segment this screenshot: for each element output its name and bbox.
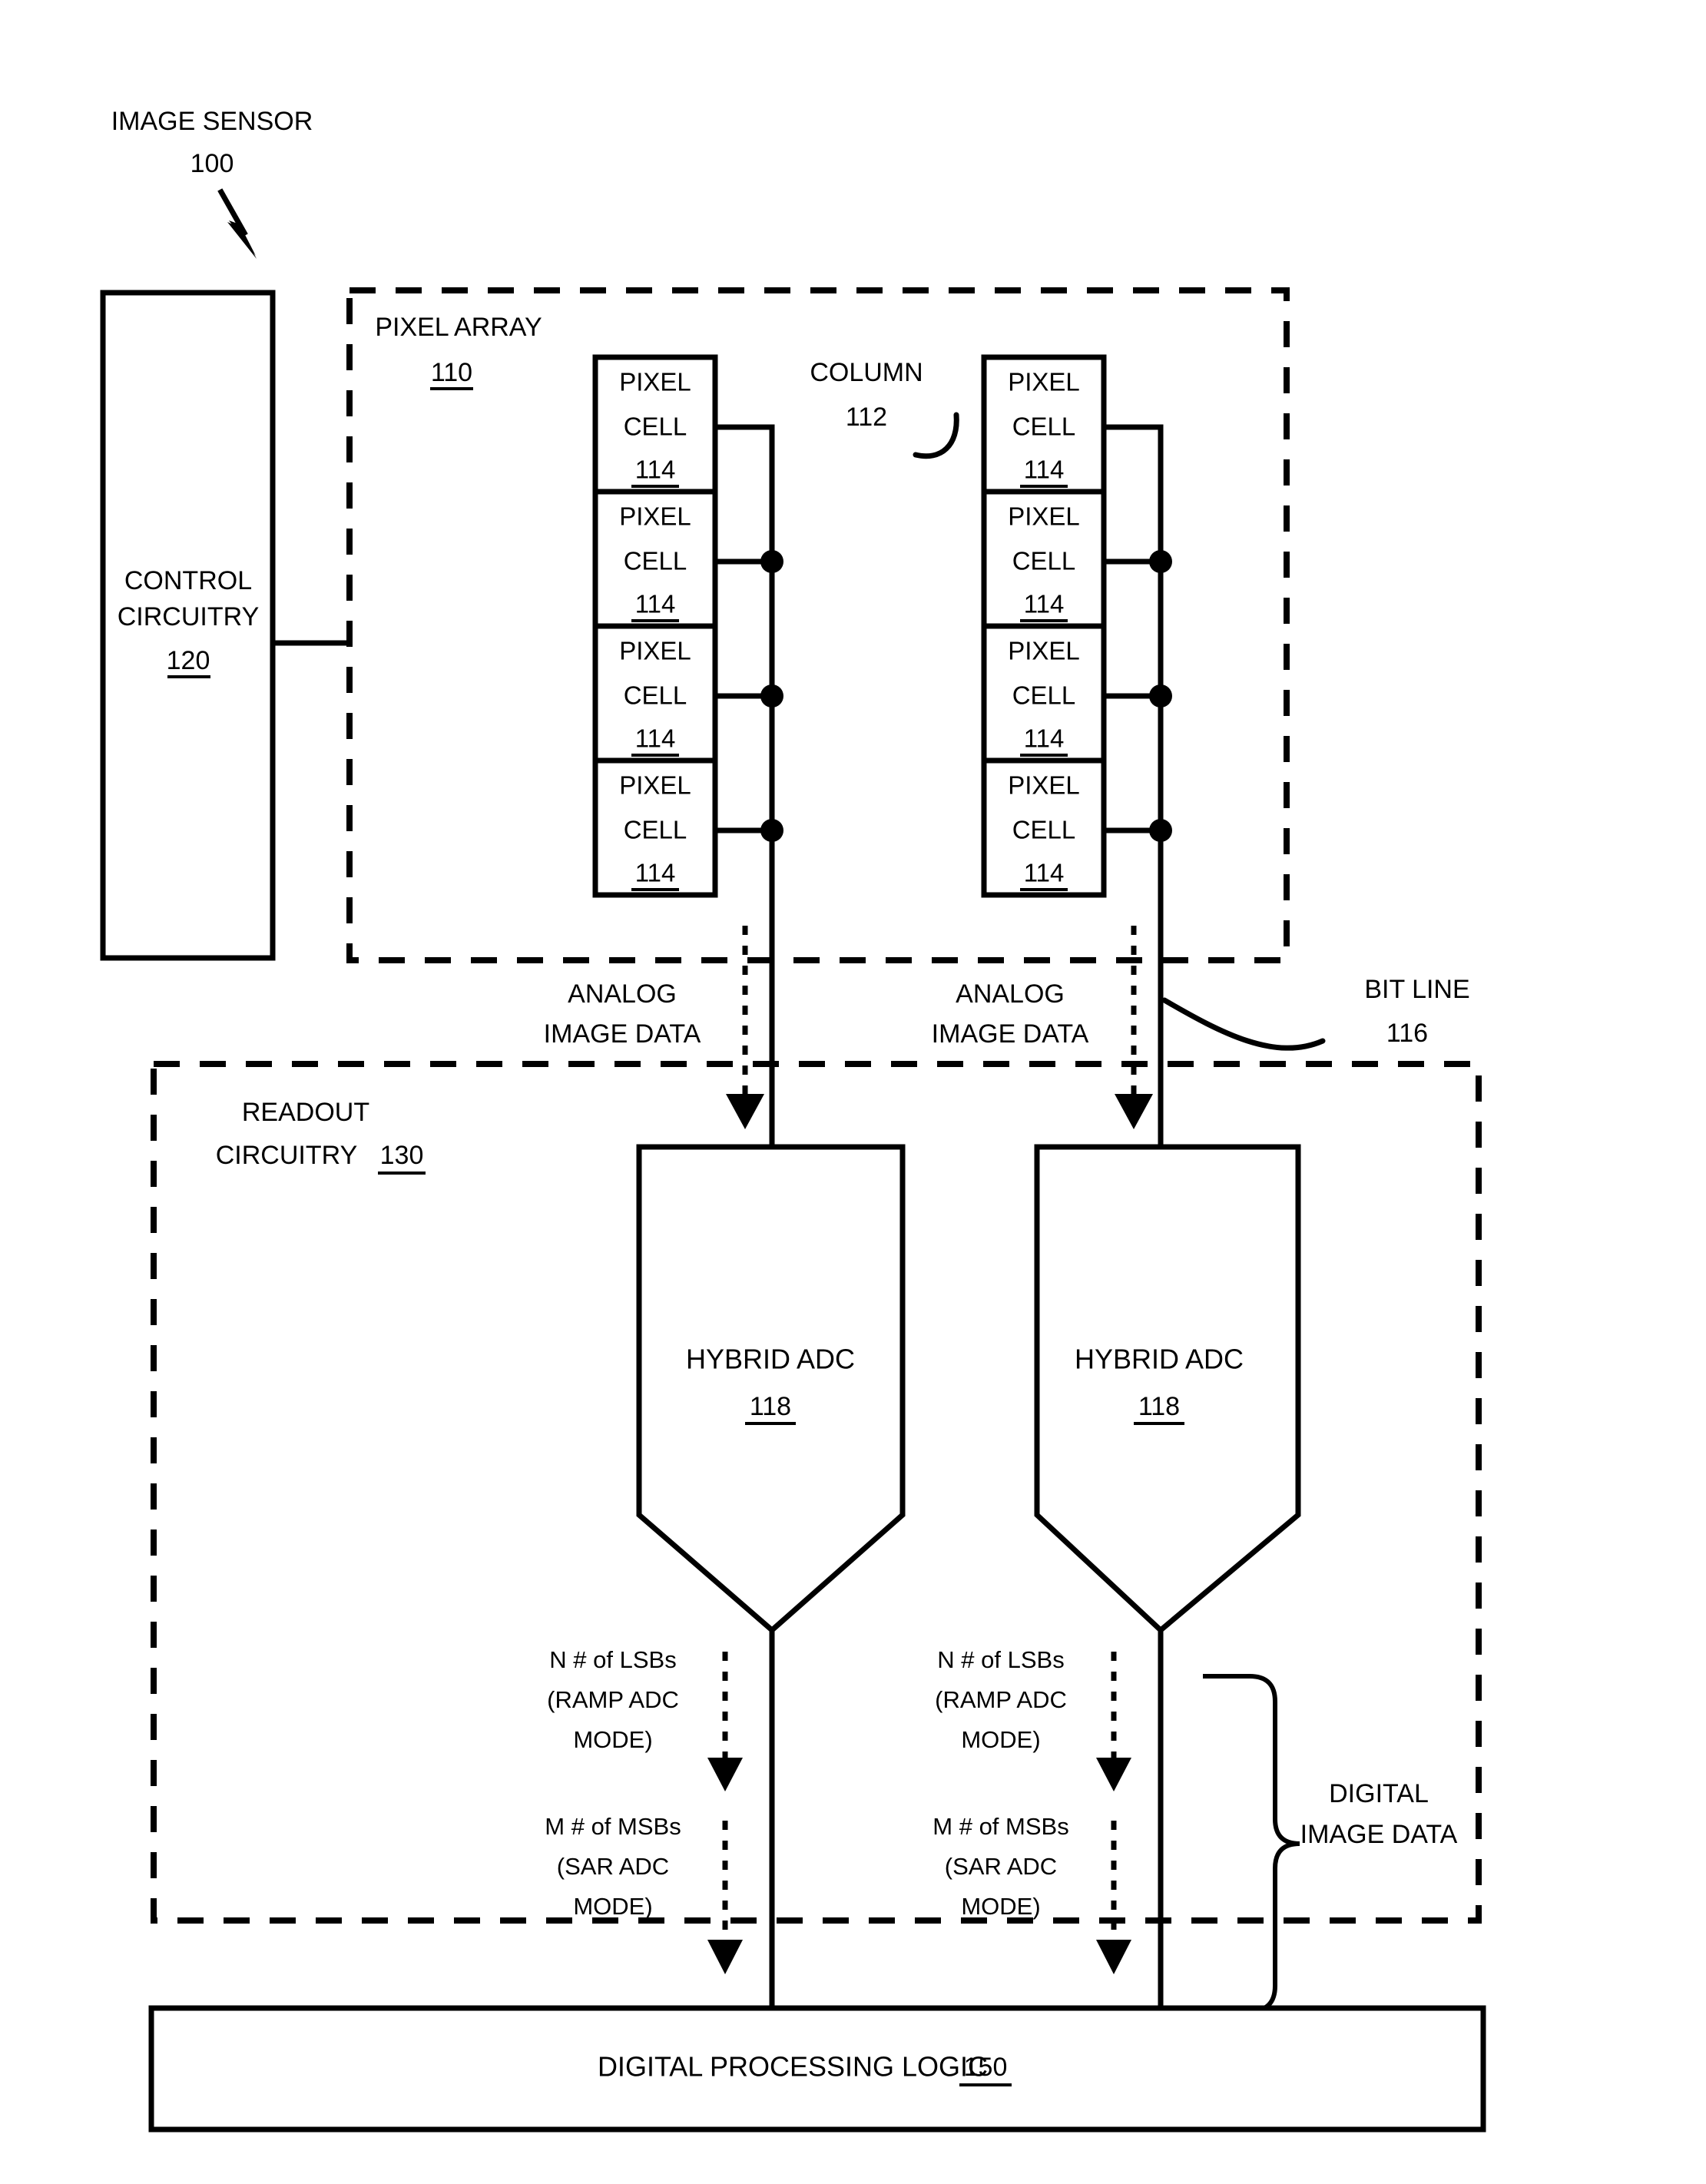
lsb-label-line1: N # of LSBs xyxy=(549,1646,676,1673)
column-ref: 112 xyxy=(846,403,887,432)
pixel-cell-label-line2: CELL xyxy=(624,547,687,575)
readout-circuitry-ref: 130 xyxy=(380,1141,424,1170)
analog-image-data-label-line1: ANALOG xyxy=(956,979,1065,1009)
msb-to-logic-arrow-1 xyxy=(707,1821,743,1974)
digital-processing-logic-label: DIGITAL PROCESSING LOGIC xyxy=(598,2051,988,2083)
pixel-cell-label-line2: CELL xyxy=(624,413,687,441)
column-label: COLUMN xyxy=(810,358,923,387)
pixel-array-ref: 110 xyxy=(431,358,472,387)
junction-dot xyxy=(1149,819,1172,842)
pixel-cell-label-line1: PIXEL xyxy=(1008,637,1080,665)
diagram-canvas: IMAGE SENSOR 100 CONTROL CIRCUITRY 120 P… xyxy=(100,107,1486,2133)
msb-label-line3: MODE) xyxy=(573,1893,652,1920)
lsb-to-msb-arrow-2 xyxy=(1096,1652,1131,1791)
hybrid-adc-ref: 118 xyxy=(750,1392,791,1421)
bit-line-label: BIT LINE xyxy=(1364,975,1469,1004)
pixel-cell-label-line1: PIXEL xyxy=(619,637,691,665)
pixel-cell-label-line1: PIXEL xyxy=(619,502,691,531)
bit-line-leader-curve xyxy=(1161,997,1326,1051)
figure-title: IMAGE SENSOR xyxy=(111,107,313,136)
pixel-cell-label-line2: CELL xyxy=(1012,816,1076,844)
pixel-cell-ref: 114 xyxy=(635,724,676,753)
hybrid-adc-label: HYBRID ADC xyxy=(686,1344,855,1375)
pixel-cell-ref: 114 xyxy=(1024,724,1065,753)
hybrid-adc-shape xyxy=(1034,1144,1301,1634)
analog-data-arrow-1 xyxy=(726,926,764,1129)
pixel-cell-ref: 114 xyxy=(635,859,676,887)
control-circuitry-ref: 120 xyxy=(167,646,210,675)
digital-image-data-label-line2: IMAGE DATA xyxy=(1300,1820,1458,1849)
hybrid-adc-shape xyxy=(636,1144,906,1634)
analog-image-data-label-line2: IMAGE DATA xyxy=(544,1019,701,1049)
analog-data-arrow-2 xyxy=(1115,926,1153,1129)
lsb-label-line1: N # of LSBs xyxy=(937,1646,1064,1673)
pixel-cell-ref: 114 xyxy=(1024,859,1065,887)
msb-label-line2: (SAR ADC xyxy=(557,1853,669,1880)
junction-dot xyxy=(760,550,783,573)
control-circuitry-label-line2: CIRCUITRY xyxy=(118,602,260,631)
pixel-array-boundary xyxy=(346,287,1290,963)
pixel-cell-label-line2: CELL xyxy=(1012,681,1076,710)
pixel-cell-ref: 114 xyxy=(635,456,676,484)
pixel-cell-label-line1: PIXEL xyxy=(619,771,691,800)
msb-label-line1: M # of MSBs xyxy=(545,1813,681,1840)
column-leader-curve xyxy=(913,412,959,459)
readout-circuitry-label-line2: CIRCUITRY xyxy=(216,1141,358,1170)
pixel-cell-label-line2: CELL xyxy=(1012,413,1076,441)
msb-to-logic-arrow-2 xyxy=(1096,1821,1131,1974)
pixel-cell-label-line1: PIXEL xyxy=(1008,502,1080,531)
pixel-array-label: PIXEL ARRAY xyxy=(375,313,542,342)
msb-label-line1: M # of MSBs xyxy=(933,1813,1068,1840)
pixel-cell-label-line1: PIXEL xyxy=(1008,771,1080,800)
junction-dot xyxy=(760,684,783,708)
digital-processing-logic-ref: 150 xyxy=(964,2053,1008,2082)
lsb-label-line3: MODE) xyxy=(961,1726,1040,1753)
junction-dot xyxy=(1149,684,1172,708)
lsb-to-msb-arrow-1 xyxy=(707,1652,743,1791)
lsb-label-line2: (RAMP ADC xyxy=(935,1686,1067,1713)
msb-label-line3: MODE) xyxy=(961,1893,1040,1920)
image-sensor-leader-arrow xyxy=(217,188,257,259)
hybrid-adc-ref: 118 xyxy=(1138,1392,1180,1421)
analog-image-data-label-line1: ANALOG xyxy=(568,979,677,1009)
msb-label-line2: (SAR ADC xyxy=(945,1853,1057,1880)
figure-title-ref: 100 xyxy=(190,149,234,178)
pixel-cell-label-line2: CELL xyxy=(624,681,687,710)
lsb-label-line3: MODE) xyxy=(573,1726,652,1753)
readout-circuitry-label-line1: READOUT xyxy=(242,1098,369,1127)
pixel-cell-ref: 114 xyxy=(1024,590,1065,618)
digital-image-data-brace xyxy=(1203,1674,1300,2013)
pixel-cell-ref: 114 xyxy=(635,590,676,618)
junction-dot xyxy=(760,819,783,842)
digital-image-data-label-line1: DIGITAL xyxy=(1329,1779,1429,1808)
hybrid-adc-label: HYBRID ADC xyxy=(1075,1344,1244,1375)
pixel-cell-label-line2: CELL xyxy=(1012,547,1076,575)
control-circuitry-label-line1: CONTROL xyxy=(124,566,252,595)
patent-figure: IMAGE SENSOR 100 CONTROL CIRCUITRY 120 P… xyxy=(0,0,1706,2184)
junction-dot xyxy=(1149,550,1172,573)
pixel-cell-label-line2: CELL xyxy=(624,816,687,844)
pixel-cell-label-line1: PIXEL xyxy=(1008,368,1080,396)
lsb-label-line2: (RAMP ADC xyxy=(547,1686,679,1713)
pixel-cell-ref: 114 xyxy=(1024,456,1065,484)
bit-line-ref: 116 xyxy=(1386,1019,1428,1048)
analog-image-data-label-line2: IMAGE DATA xyxy=(932,1019,1089,1049)
pixel-cell-label-line1: PIXEL xyxy=(619,368,691,396)
